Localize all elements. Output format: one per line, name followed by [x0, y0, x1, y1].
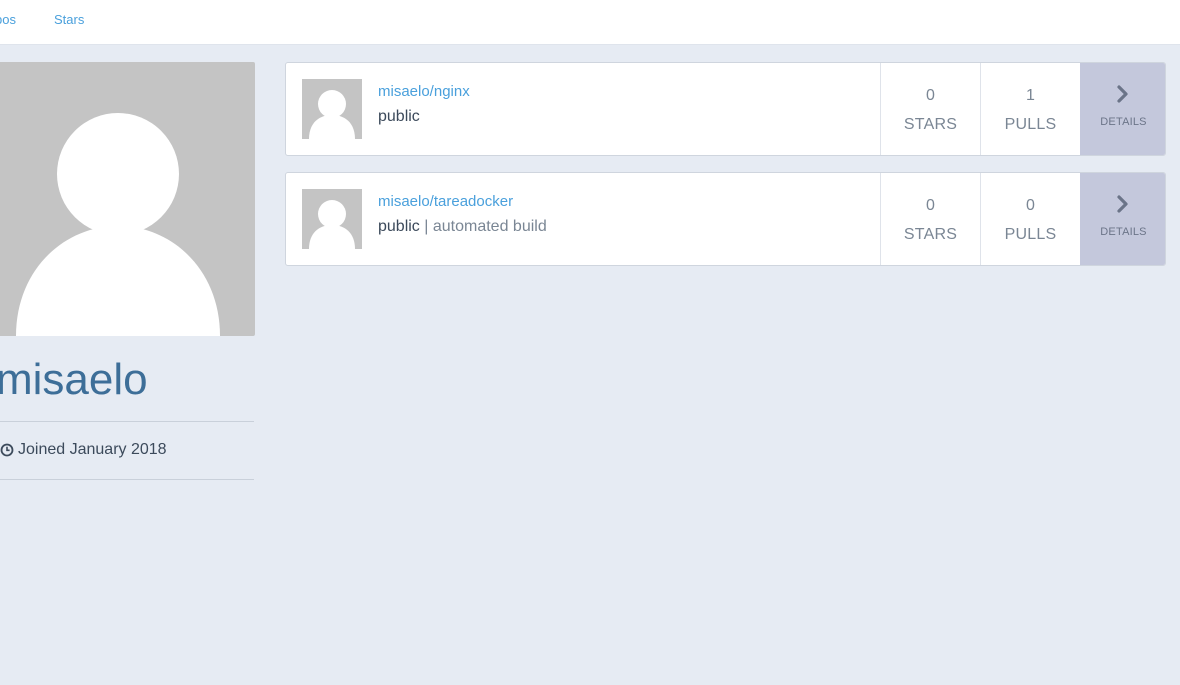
stars-count: 0 — [926, 87, 935, 104]
profile-divider — [0, 479, 254, 480]
repo-card: misaelo/nginx public 0 STARS 1 PULLS DET… — [285, 62, 1166, 156]
repo-stars-stat: 0 STARS — [880, 63, 980, 155]
repo-pulls-stat: 0 PULLS — [980, 173, 1080, 265]
repo-visibility: public — [378, 108, 420, 125]
repo-meta-separator: | — [419, 218, 433, 235]
default-repo-avatar-icon — [309, 200, 355, 249]
pulls-label: PULLS — [1004, 116, 1057, 133]
joined-date: Joined January 2018 — [0, 441, 167, 459]
stars-label: STARS — [903, 116, 958, 133]
repo-avatar — [302, 189, 362, 249]
details-label: DETAILS — [1100, 116, 1147, 128]
stars-label: STARS — [903, 226, 958, 243]
profile-divider — [0, 421, 254, 422]
details-button[interactable]: DETAILS — [1080, 173, 1165, 265]
profile-username: misaelo — [0, 355, 148, 404]
chevron-right-icon — [1117, 85, 1128, 103]
details-label: DETAILS — [1100, 226, 1147, 238]
clock-icon — [0, 443, 14, 457]
profile-avatar — [0, 62, 255, 336]
repo-stars-stat: 0 STARS — [880, 173, 980, 265]
default-repo-avatar-icon — [309, 90, 355, 139]
pulls-count: 0 — [1026, 197, 1035, 214]
top-navigation-bar: pos Stars — [0, 0, 1180, 45]
chevron-right-icon — [1117, 195, 1128, 213]
repo-meta: public | automated build — [378, 218, 547, 236]
pulls-count: 1 — [1026, 87, 1035, 104]
repo-build-type: automated build — [432, 218, 547, 235]
repo-pulls-stat: 1 PULLS — [980, 63, 1080, 155]
tab-stars[interactable]: Stars — [54, 12, 84, 27]
stars-count: 0 — [926, 197, 935, 214]
repo-name-link[interactable]: misaelo/nginx — [378, 83, 470, 100]
joined-text: Joined January 2018 — [18, 441, 167, 458]
repo-name-link[interactable]: misaelo/tareadocker — [378, 193, 513, 210]
pulls-label: PULLS — [1004, 226, 1057, 243]
repo-card: misaelo/tareadocker public | automated b… — [285, 172, 1166, 266]
repo-meta: public — [378, 108, 420, 126]
tab-repos[interactable]: pos — [0, 12, 16, 27]
default-user-avatar-icon — [16, 113, 220, 336]
details-button[interactable]: DETAILS — [1080, 63, 1165, 155]
repo-avatar — [302, 79, 362, 139]
repo-visibility: public — [378, 218, 420, 235]
